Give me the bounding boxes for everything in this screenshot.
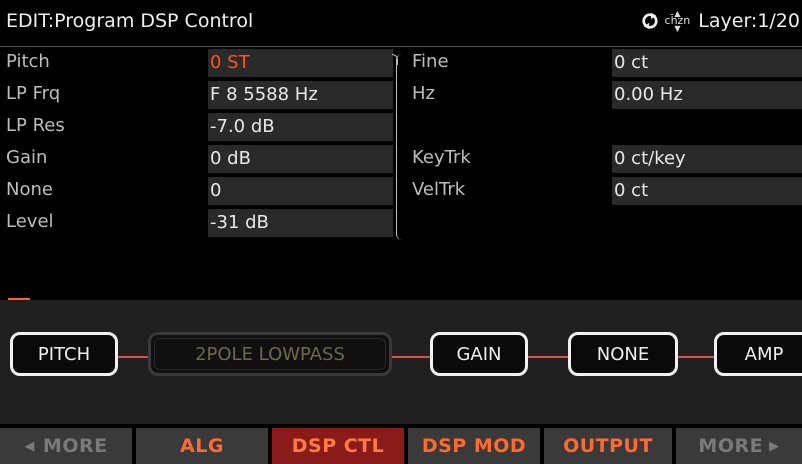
param-value-pitch[interactable]: 0 ST (208, 49, 393, 77)
more-right-button[interactable]: MORE ▶ (676, 428, 802, 464)
param-value-gain[interactable]: 0 dB (208, 145, 393, 173)
alg-block-label: 2POLE LOWPASS (195, 343, 345, 365)
chain-wire (392, 356, 430, 358)
more-left-label: MORE (42, 435, 108, 457)
param-value-level[interactable]: -31 dB (208, 209, 393, 237)
alg-block-gain[interactable]: GAIN (430, 332, 528, 376)
layer-label: Layer:1/20 (698, 10, 800, 32)
param-label: Fine (412, 51, 449, 72)
layer-indicator: ▲ ch̄zn ▼ Layer:1/20 (641, 9, 800, 33)
algorithm-chain: PITCH 2POLE LOWPASS GAIN NONE AMP (0, 300, 802, 424)
param-value-hz[interactable]: 0.00 Hz (612, 81, 802, 109)
param-value-lp-res[interactable]: -7.0 dB (208, 113, 393, 141)
page-title: EDIT:Program DSP Control (6, 10, 254, 32)
cycle-icon (641, 12, 658, 30)
soft-button-bar: ◀ MORE ALG DSP CTL DSP MOD OUTPUT MORE ▶ (0, 428, 802, 464)
param-label: KeyTrk (412, 147, 471, 168)
more-left-button[interactable]: ◀ MORE (0, 428, 132, 464)
param-value-veltrk[interactable]: 0 ct (612, 177, 802, 205)
dsp-mod-button[interactable]: DSP MOD (408, 428, 540, 464)
alg-block-amp[interactable]: AMP (714, 332, 802, 376)
param-label: LP Frq (6, 83, 61, 104)
title-bar: EDIT:Program DSP Control ▲ ch̄zn ▼ Layer… (0, 0, 802, 47)
param-value-keytrk[interactable]: 0 ct/key (612, 145, 802, 173)
alg-block-2pole-lowpass[interactable]: 2POLE LOWPASS (148, 332, 392, 376)
param-value-fine[interactable]: 0 ct (612, 49, 802, 77)
alg-button[interactable]: ALG (136, 428, 268, 464)
param-label: None (6, 179, 53, 200)
param-label: Level (6, 211, 54, 232)
more-right-label: MORE (698, 435, 764, 457)
dsp-ctl-button[interactable]: DSP CTL (272, 428, 404, 464)
triangle-right-icon: ▶ (769, 438, 780, 454)
param-value-none[interactable]: 0 (208, 177, 393, 205)
param-group-bracket (392, 54, 405, 240)
chain-arrows-icon: ▲ ch̄zn ▼ (664, 9, 691, 33)
chain-wire (678, 356, 714, 358)
param-label: VelTrk (412, 179, 466, 200)
param-label: Hz (412, 83, 435, 104)
triangle-left-icon: ◀ (24, 438, 35, 454)
param-label: Pitch (6, 51, 50, 72)
output-button[interactable]: OUTPUT (544, 428, 672, 464)
chain-wire (528, 356, 568, 358)
param-label: Gain (6, 147, 48, 168)
param-label: LP Res (6, 115, 65, 136)
param-value-lp-frq[interactable]: F 8 5588 Hz (208, 81, 393, 109)
chain-wire (118, 356, 148, 358)
alg-block-none[interactable]: NONE (568, 332, 678, 376)
alg-block-pitch[interactable]: PITCH (10, 332, 118, 376)
